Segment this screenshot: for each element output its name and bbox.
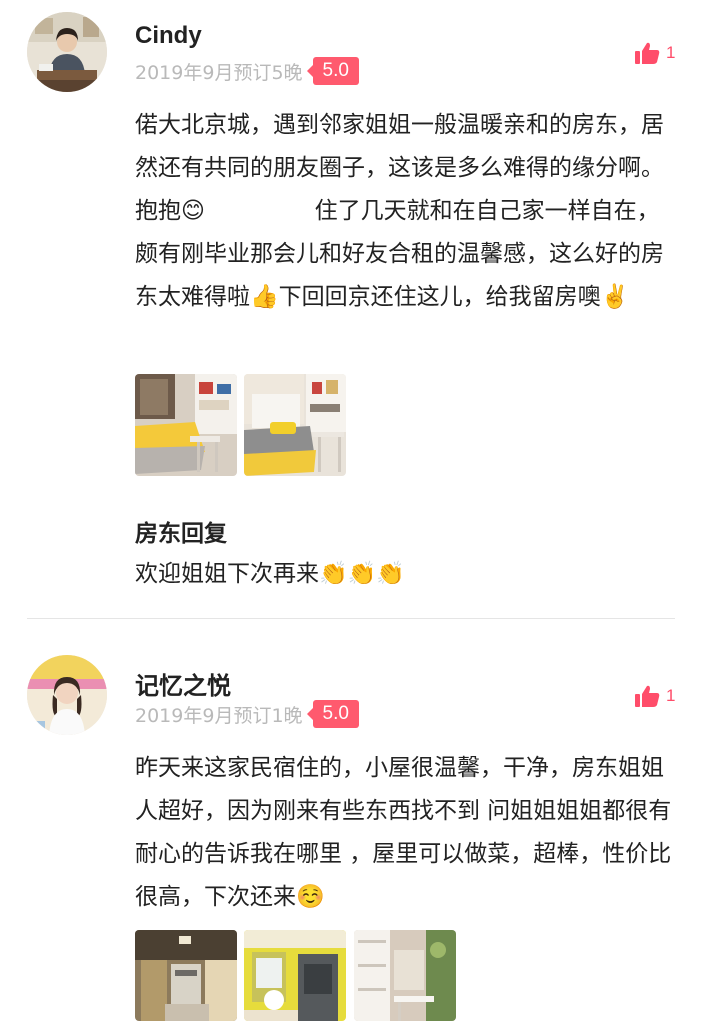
stay-info: 2019年9月预订1晚 bbox=[135, 704, 303, 727]
like-count: 1 bbox=[666, 686, 676, 705]
divider bbox=[27, 618, 675, 619]
review-text: 昨天来这家民宿住的，小屋很温馨，干净，房东姐姐人超好，因为刚来有些东西找不到 问… bbox=[135, 755, 672, 910]
review-card: 记忆之悦 2019年9月预订1晚 5.0 1 昨天来这家民宿住的，小屋很温馨，干… bbox=[0, 640, 702, 1021]
rating-badge: 5.0 bbox=[306, 57, 359, 85]
bedroom-desk-photo bbox=[244, 374, 346, 476]
host-reply-text: 欢迎姐姐下次再来👏👏👏 bbox=[135, 561, 405, 587]
review-photo[interactable] bbox=[244, 374, 346, 476]
reviewer-name[interactable]: Cindy bbox=[135, 22, 202, 50]
host-reply-title: 房东回复 bbox=[135, 521, 227, 547]
like-button[interactable]: 1 bbox=[634, 41, 675, 65]
stay-info: 2019年9月预订5晚 bbox=[135, 61, 303, 84]
review-photo[interactable] bbox=[354, 930, 456, 1021]
review-photo[interactable] bbox=[244, 930, 346, 1021]
thumbs-up-icon bbox=[635, 42, 660, 64]
bedroom-yellow-quilt-photo bbox=[135, 374, 237, 476]
bathroom-yellow-photo bbox=[244, 930, 346, 1021]
review-card: Cindy 2019年9月预订5晚 5.0 1 偌大北京城，遇到邻家姐姐一般温暖… bbox=[0, 0, 702, 620]
kitchen-photo bbox=[135, 930, 237, 1021]
living-room-shelf-photo bbox=[354, 930, 456, 1021]
avatar[interactable] bbox=[27, 655, 107, 735]
thumbs-up-icon bbox=[635, 685, 660, 707]
like-count: 1 bbox=[666, 43, 676, 62]
review-meta: 2019年9月预订5晚 5.0 bbox=[135, 56, 359, 86]
review-meta: 2019年9月预订1晚 5.0 bbox=[135, 699, 359, 729]
avatar[interactable] bbox=[27, 12, 107, 92]
like-button[interactable]: 1 bbox=[634, 684, 675, 708]
rating-badge: 5.0 bbox=[306, 700, 359, 728]
review-text: 偌大北京城，遇到邻家姐姐一般温暖亲和的房东，居然还有共同的朋友圈子，这该是多么难… bbox=[135, 112, 664, 310]
review-photo[interactable] bbox=[135, 374, 237, 476]
review-photo[interactable] bbox=[135, 930, 237, 1021]
reviewer-name[interactable]: 记忆之悦 bbox=[135, 666, 231, 701]
